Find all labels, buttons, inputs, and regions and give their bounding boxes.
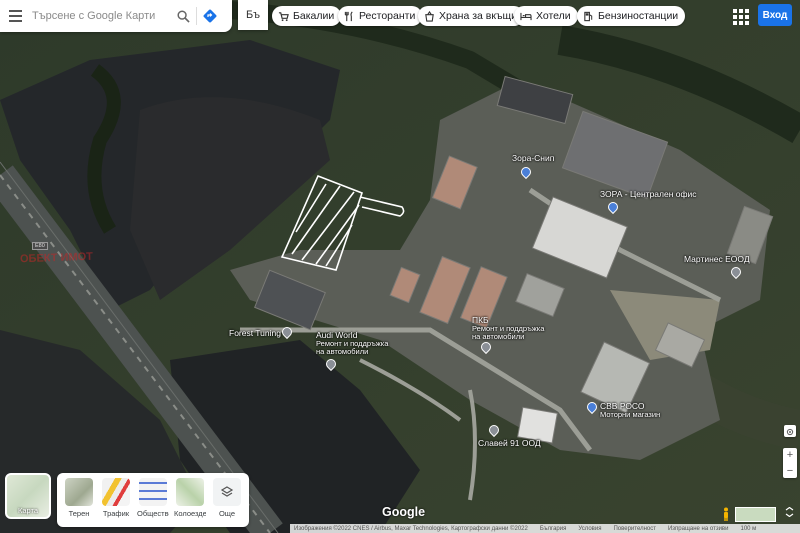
google-logo: Google bbox=[382, 505, 426, 519]
gas-station-icon bbox=[584, 11, 593, 21]
map-label-forest-tuning[interactable]: Forest Tuning bbox=[229, 329, 281, 338]
map-label-zora-snip[interactable]: Зора-Снип bbox=[512, 154, 554, 163]
feedback-link[interactable]: Изпращане на отзиви bbox=[668, 526, 729, 532]
layer-biking[interactable]: Колоездене bbox=[174, 478, 206, 518]
layer-terrain[interactable]: Терен bbox=[63, 478, 95, 518]
chip-hotels[interactable]: Хотели bbox=[514, 6, 578, 26]
layer-switch-button[interactable]: Карта bbox=[5, 473, 51, 519]
map-label-slavei[interactable]: Славей 91 ООД bbox=[478, 439, 541, 448]
layer-label: Терен bbox=[68, 509, 90, 518]
chip-label: Бензиностанции bbox=[598, 10, 679, 22]
layer-traffic[interactable]: Трафик bbox=[100, 478, 132, 518]
expand-icon[interactable] bbox=[785, 506, 795, 519]
menu-icon[interactable] bbox=[0, 0, 30, 32]
biking-thumb-icon bbox=[176, 478, 204, 506]
apps-grid-icon[interactable] bbox=[731, 7, 749, 25]
search-icon[interactable] bbox=[170, 0, 196, 32]
chip-restaurants[interactable]: Ресторанти bbox=[338, 6, 423, 26]
chip-groceries[interactable]: Бакалии bbox=[272, 6, 342, 26]
terrain-thumb-icon bbox=[65, 478, 93, 506]
privacy-link[interactable]: Поверителност bbox=[613, 526, 656, 532]
chip-label: Храна за вкъщи bbox=[439, 10, 518, 22]
layer-transit[interactable]: Обществен транспорт bbox=[137, 478, 169, 518]
map-label-martines[interactable]: Мартинес ЕООД bbox=[684, 255, 750, 264]
layer-more[interactable]: Още bbox=[211, 478, 243, 518]
minimap-thumbnail[interactable] bbox=[735, 507, 776, 522]
imagery-attribution: Изображения ©2022 CNES / Airbus, Maxar T… bbox=[294, 525, 528, 532]
travel-mode-select[interactable]: Бъ bbox=[238, 0, 268, 30]
map-label-cvv-sub: Моторни магазин bbox=[600, 410, 661, 419]
layer-label: Още bbox=[218, 509, 236, 518]
search-box[interactable] bbox=[0, 0, 232, 32]
road-shield: E80 bbox=[32, 242, 48, 250]
transit-thumb-icon bbox=[139, 478, 167, 506]
search-input[interactable] bbox=[30, 9, 170, 23]
zoom-control: + − bbox=[783, 448, 797, 478]
zoom-in-button[interactable]: + bbox=[787, 448, 793, 462]
zoom-out-button[interactable]: − bbox=[787, 464, 793, 478]
layer-label: Колоездене bbox=[174, 509, 206, 518]
chevron-down-icon[interactable] bbox=[258, 11, 264, 15]
traffic-thumb-icon bbox=[102, 478, 130, 506]
layer-switch-label: Карта bbox=[17, 506, 39, 515]
terms-link[interactable]: Условия bbox=[578, 526, 601, 532]
layer-label: Трафик bbox=[102, 509, 130, 518]
map-label-audi-world-sub: на автомобили bbox=[316, 347, 369, 356]
cart-icon bbox=[278, 11, 289, 21]
satellite-map[interactable] bbox=[0, 0, 800, 533]
layers-stack-icon bbox=[213, 478, 241, 506]
directions-icon[interactable] bbox=[197, 0, 223, 32]
bed-icon bbox=[520, 12, 532, 20]
map-label-pkb-sub: на автомобили bbox=[472, 332, 525, 341]
map-label-zora-office[interactable]: ЗОРА - Централен офис bbox=[600, 190, 697, 199]
chip-gas-stations[interactable]: Бензиностанции bbox=[577, 6, 686, 26]
chip-label: Ресторанти bbox=[359, 10, 416, 22]
chip-label: Хотели bbox=[536, 10, 571, 22]
country-link[interactable]: България bbox=[540, 526, 567, 532]
layer-label: Обществен транспорт bbox=[137, 509, 169, 518]
sign-in-button[interactable]: Вход bbox=[758, 4, 792, 26]
watermark: ОБЕКТ ИМОТ bbox=[19, 250, 94, 266]
scale-label[interactable]: 100 м bbox=[740, 526, 756, 532]
my-location-icon[interactable] bbox=[784, 425, 796, 437]
fork-knife-icon bbox=[344, 11, 353, 21]
chip-label: Бакалии bbox=[293, 10, 335, 22]
chip-takeout[interactable]: Храна за вкъщи bbox=[418, 6, 525, 26]
attribution-bar: Изображения ©2022 CNES / Airbus, Maxar T… bbox=[290, 524, 800, 533]
takeout-icon bbox=[425, 10, 434, 22]
pegman-icon[interactable] bbox=[722, 507, 730, 521]
layers-panel: Терен Трафик Обществен транспорт Колоезд… bbox=[57, 473, 249, 527]
